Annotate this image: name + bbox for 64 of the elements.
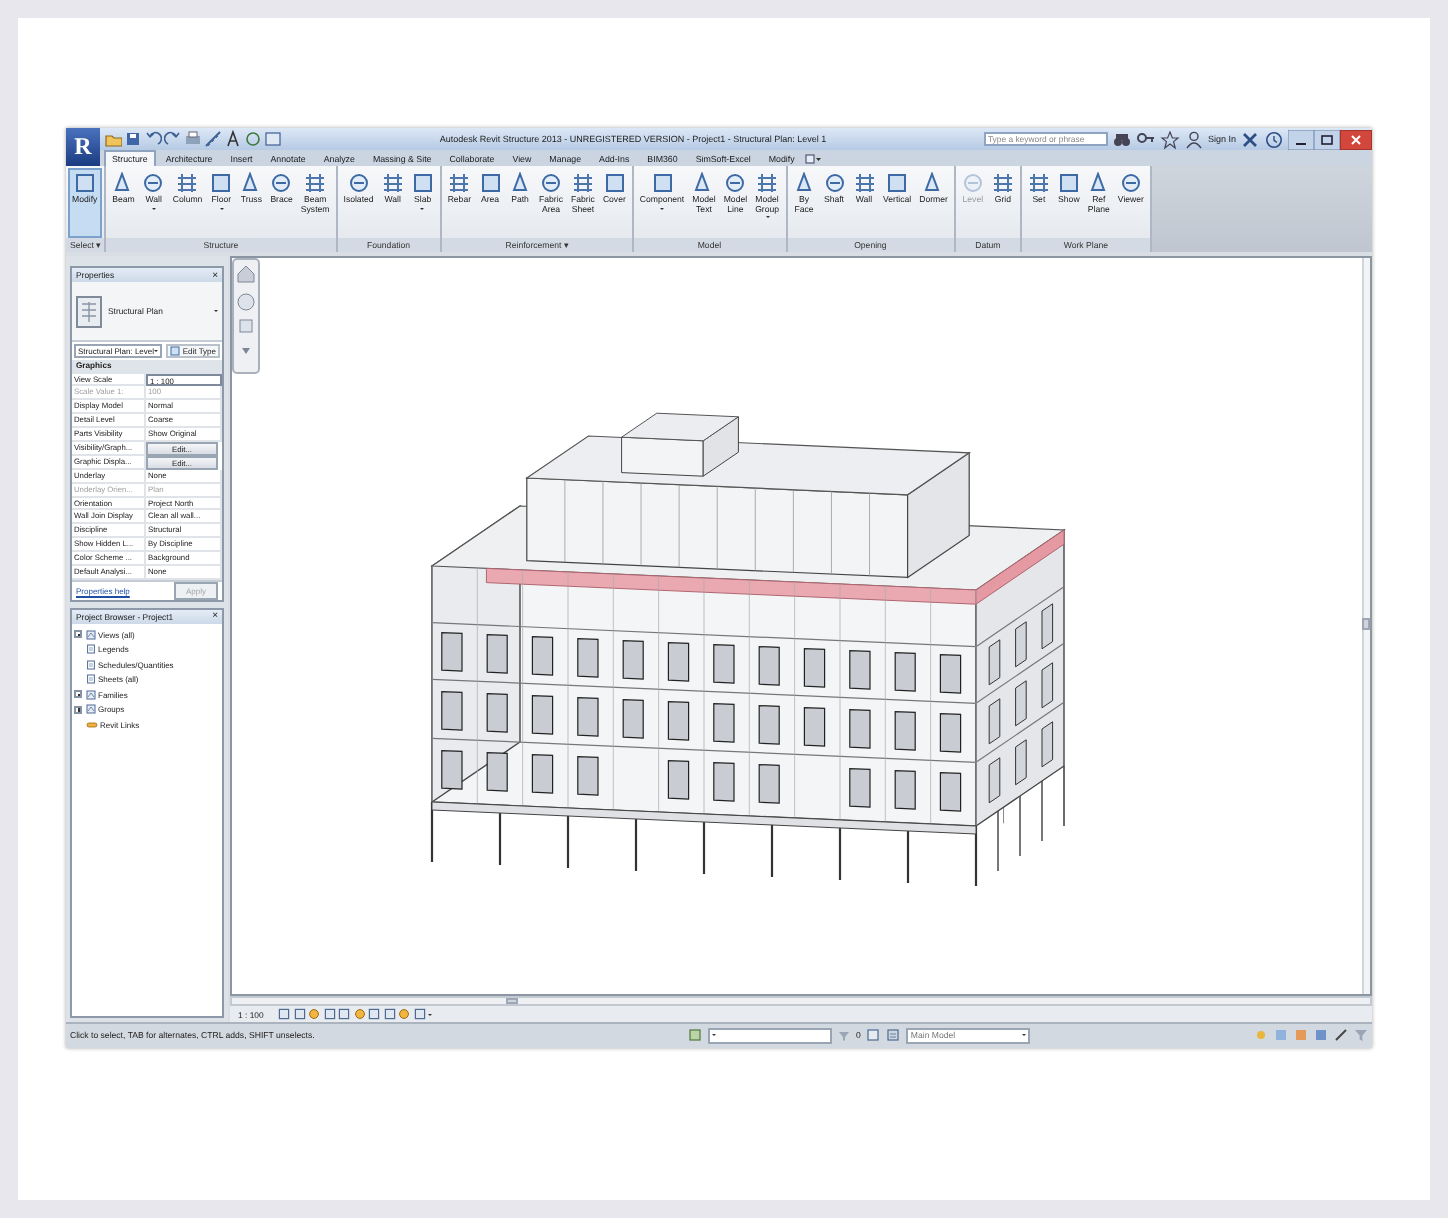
tool-icon bbox=[270, 172, 293, 194]
redo-icon[interactable] bbox=[164, 130, 182, 148]
tool-icon bbox=[1119, 172, 1142, 194]
measure-icon[interactable] bbox=[204, 130, 222, 148]
tool-icon bbox=[1087, 172, 1110, 194]
binoculars-icon[interactable] bbox=[1111, 129, 1132, 149]
star-icon[interactable] bbox=[1159, 129, 1180, 149]
scrollbar-thumb[interactable] bbox=[506, 998, 518, 1004]
tool-icon bbox=[823, 172, 845, 194]
tool-icon bbox=[240, 172, 263, 194]
print-icon[interactable] bbox=[184, 130, 202, 148]
document-icon bbox=[85, 644, 95, 655]
tool-icon bbox=[448, 172, 471, 194]
tool-icon bbox=[756, 172, 779, 194]
tool-icon bbox=[479, 172, 502, 194]
scrollbar-thumb[interactable] bbox=[1362, 618, 1370, 630]
user-icon[interactable] bbox=[1183, 129, 1204, 149]
minimize-icon[interactable] bbox=[1288, 129, 1314, 149]
view-icon[interactable] bbox=[264, 130, 282, 148]
tool-icon bbox=[142, 172, 165, 194]
tool-icon bbox=[991, 172, 1014, 194]
tool-icon bbox=[112, 172, 135, 194]
tool-icon bbox=[793, 172, 815, 194]
document-icon bbox=[85, 674, 95, 685]
tool-icon bbox=[381, 172, 404, 194]
maximize-icon[interactable] bbox=[1314, 129, 1340, 149]
tool-icon bbox=[961, 172, 984, 194]
plan-view-icon bbox=[76, 295, 102, 327]
tool-icon bbox=[509, 172, 532, 194]
tool-icon bbox=[1027, 172, 1050, 194]
application-menu-button[interactable]: R bbox=[66, 128, 100, 166]
edit-type-icon bbox=[170, 346, 181, 356]
undo-icon[interactable] bbox=[144, 130, 162, 148]
vertical-scrollbar[interactable] bbox=[1362, 258, 1370, 994]
tool-icon bbox=[210, 172, 233, 194]
tool-icon bbox=[540, 172, 562, 194]
drawing-canvas[interactable] bbox=[230, 256, 1372, 996]
tool-icon bbox=[922, 172, 945, 194]
save-icon[interactable] bbox=[124, 130, 142, 148]
tool-icon bbox=[724, 172, 747, 194]
tool-icon bbox=[1057, 172, 1080, 194]
tool-icon bbox=[886, 172, 909, 194]
close-icon[interactable] bbox=[1340, 129, 1372, 149]
text-icon[interactable] bbox=[224, 130, 242, 148]
tool-icon bbox=[571, 172, 594, 194]
tool-icon bbox=[603, 172, 626, 194]
tool-icon bbox=[411, 172, 434, 194]
expand-toggle[interactable] bbox=[74, 630, 82, 639]
key-icon[interactable] bbox=[1135, 129, 1156, 149]
document-icon bbox=[85, 659, 95, 670]
views-icon bbox=[85, 689, 95, 700]
tool-icon bbox=[304, 172, 327, 194]
views-icon bbox=[85, 704, 95, 715]
tool-icon bbox=[651, 172, 674, 194]
views-icon bbox=[85, 629, 95, 640]
tool-icon bbox=[176, 172, 199, 194]
tool-icon bbox=[853, 172, 875, 194]
tool-icon bbox=[347, 172, 370, 194]
navigation-bar[interactable] bbox=[232, 258, 260, 374]
workset-dropdown[interactable] bbox=[708, 1027, 832, 1043]
tool-icon bbox=[73, 172, 96, 194]
tool-icon bbox=[692, 172, 715, 194]
horizontal-scrollbar[interactable] bbox=[230, 996, 1372, 1006]
panel-toggle-icon[interactable] bbox=[804, 152, 823, 166]
